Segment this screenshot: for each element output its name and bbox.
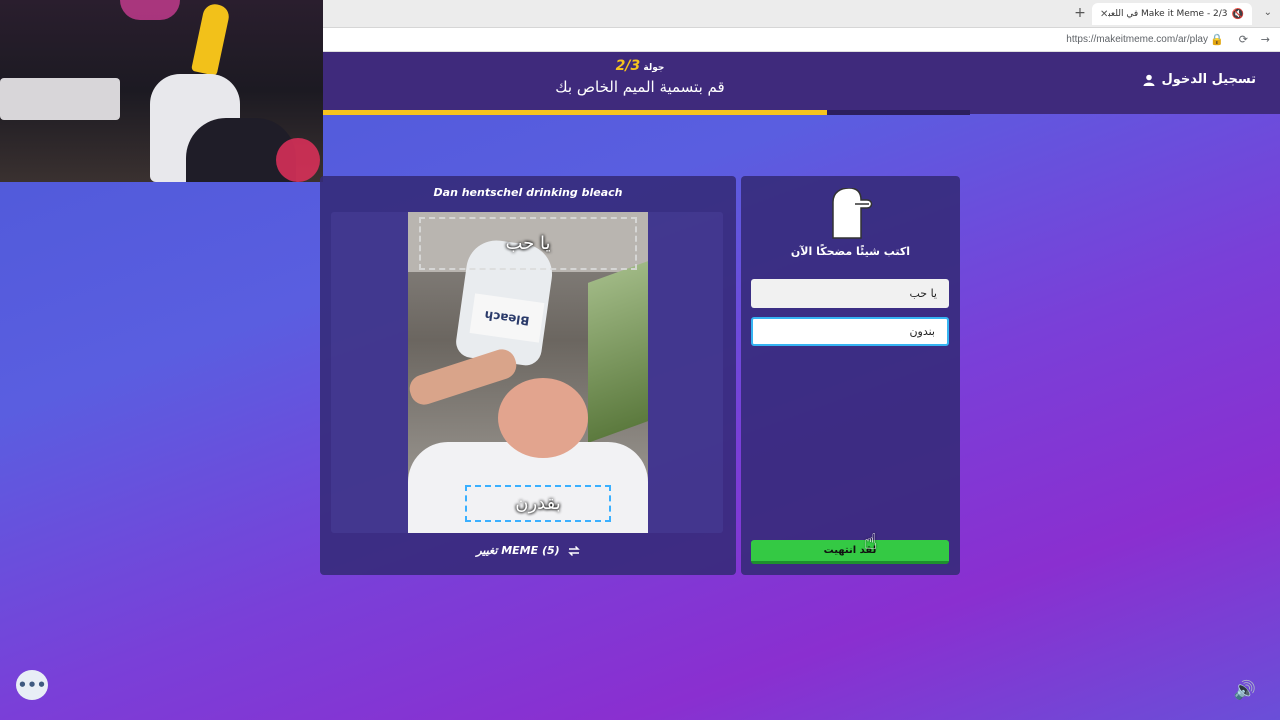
reload-icon[interactable]: ⟳ bbox=[1239, 33, 1248, 46]
lock-icon[interactable]: 🔒 bbox=[1210, 33, 1224, 46]
login-button[interactable]: تسجيل الدخول bbox=[1143, 72, 1256, 87]
caption-input-1[interactable] bbox=[751, 279, 949, 308]
webcam-bed bbox=[0, 78, 120, 120]
hand-cursor-icon: ☝ bbox=[864, 530, 878, 555]
webcam-headphones bbox=[276, 138, 320, 182]
meme-canvas-area: Bleach يا حب بقدرن bbox=[331, 212, 723, 533]
caption-box-bottom[interactable]: بقدرن bbox=[465, 485, 611, 522]
new-tab-button[interactable]: + bbox=[1072, 5, 1088, 21]
tab-list-chevron-icon[interactable]: ⌄ bbox=[1264, 7, 1272, 18]
caption-prompt: اكتب شيئًا مضحكًا الآن bbox=[790, 245, 911, 258]
tab-close-icon[interactable]: ✕ bbox=[1100, 9, 1108, 20]
meme-panel: Dan hentschel drinking bleach Bleach يا … bbox=[320, 176, 736, 575]
round-progress-fill bbox=[320, 110, 827, 115]
tab-title: Make it Meme - 2/3 في اللعبة bbox=[1108, 9, 1228, 19]
webcam-light bbox=[120, 0, 180, 20]
meme-name: Dan hentschel drinking bleach bbox=[433, 186, 623, 199]
webcam-figure bbox=[191, 2, 231, 76]
done-button[interactable]: لقد انتهيت bbox=[751, 540, 949, 564]
page-title: قم بتسمية الميم الخاص بك bbox=[555, 78, 725, 96]
webcam-overlay bbox=[0, 0, 323, 182]
caption-input-2[interactable] bbox=[751, 317, 949, 346]
sound-button[interactable]: 🔊 bbox=[1234, 680, 1256, 701]
change-meme-label: تغيير MEME (5) bbox=[476, 544, 560, 557]
url-field[interactable]: https://makeitmeme.com/ar/play bbox=[1066, 34, 1208, 45]
caption-panel: اكتب شيئًا مضحكًا الآن لقد انتهيت bbox=[741, 176, 960, 575]
change-meme-button[interactable]: تغيير MEME (5) bbox=[320, 544, 736, 557]
swap-icon bbox=[567, 545, 580, 556]
tab-audio-icon[interactable]: 🔇 bbox=[1232, 9, 1244, 20]
chat-icon: ••• bbox=[17, 676, 47, 694]
caption-box-top[interactable]: يا حب bbox=[419, 217, 637, 270]
meme-image: Bleach يا حب بقدرن bbox=[408, 212, 648, 533]
user-icon bbox=[1143, 74, 1155, 86]
round-label: جولة bbox=[643, 63, 665, 73]
chat-button[interactable]: ••• bbox=[16, 670, 48, 700]
round-progress-bar bbox=[320, 110, 970, 115]
speaker-icon: 🔊 bbox=[1233, 680, 1256, 701]
meme-image-head bbox=[498, 378, 588, 458]
meme-image-window bbox=[588, 261, 648, 443]
round-indicator: جولة 2/3 bbox=[540, 58, 740, 74]
login-label: تسجيل الدخول bbox=[1161, 72, 1256, 87]
round-number: 2/3 bbox=[615, 58, 641, 74]
forward-icon[interactable]: → bbox=[1261, 33, 1270, 46]
browser-tab[interactable]: 🔇 Make it Meme - 2/3 في اللعبة ✕ bbox=[1092, 3, 1252, 25]
mascot-icon bbox=[832, 188, 873, 239]
